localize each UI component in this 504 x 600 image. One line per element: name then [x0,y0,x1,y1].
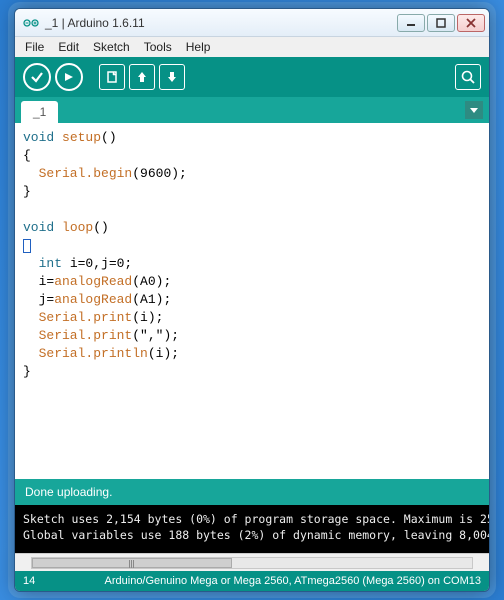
line-number: 14 [23,575,35,587]
scroll-track[interactable] [31,557,473,569]
serial-monitor-button[interactable] [455,64,481,90]
menu-tools[interactable]: Tools [138,38,178,56]
code-token: (i); [148,346,179,361]
console-line: Sketch uses 2,154 bytes (0%) of program … [23,512,489,526]
code-token: () [93,220,109,235]
code-token: Serial [23,166,85,181]
code-token: (","); [132,328,179,343]
menu-edit[interactable]: Edit [52,38,85,56]
horizontal-scrollbar[interactable] [15,553,489,571]
window-title: _1 | Arduino 1.6.11 [45,16,397,30]
code-token: i= [23,274,54,289]
code-editor[interactable]: void setup() { Serial.begin(9600); } voi… [15,123,489,479]
titlebar[interactable]: _1 | Arduino 1.6.11 [15,9,489,37]
code-token: (i); [132,310,163,325]
arduino-logo-icon [23,15,39,31]
code-token: i=0,j=0; [62,256,132,271]
code-token: { [23,148,31,163]
tab-menu-button[interactable] [465,101,483,119]
menu-help[interactable]: Help [180,38,217,56]
code-token: void [23,130,54,145]
code-token: .begin [85,166,132,181]
code-token: } [23,364,31,379]
code-token: .println [85,346,147,361]
maximize-button[interactable] [427,14,455,32]
console-output[interactable]: Sketch uses 2,154 bytes (0%) of program … [15,505,489,553]
new-sketch-button[interactable] [99,64,125,90]
text-cursor [23,239,31,253]
menu-sketch[interactable]: Sketch [87,38,136,56]
app-window: _1 | Arduino 1.6.11 File Edit Sketch Too… [14,8,490,592]
code-token: (9600); [132,166,187,181]
code-token: j= [23,292,54,307]
code-token: .print [85,328,132,343]
tabbar: _1 [15,97,489,123]
window-controls [397,14,485,32]
close-button[interactable] [457,14,485,32]
upload-button[interactable] [55,63,83,91]
minimize-button[interactable] [397,14,425,32]
sketch-tab[interactable]: _1 [21,101,58,123]
code-token: analogRead [54,292,132,307]
code-token: Serial [23,310,85,325]
menu-file[interactable]: File [19,38,50,56]
code-token: .print [85,310,132,325]
save-sketch-button[interactable] [159,64,185,90]
status-bar: Done uploading. [15,479,489,505]
code-token: loop [54,220,93,235]
code-token: () [101,130,117,145]
code-token: setup [54,130,101,145]
code-token: void [23,220,54,235]
menubar: File Edit Sketch Tools Help [15,37,489,57]
verify-button[interactable] [23,63,51,91]
board-info: Arduino/Genuino Mega or Mega 2560, ATmeg… [105,575,481,587]
console-line: Global variables use 188 bytes (2%) of d… [23,528,489,542]
scroll-thumb[interactable] [32,558,232,568]
code-token: (A0); [132,274,171,289]
code-token: analogRead [54,274,132,289]
open-sketch-button[interactable] [129,64,155,90]
code-token: } [23,184,31,199]
code-token: int [23,256,62,271]
code-token: Serial [23,328,85,343]
code-token: Serial [23,346,85,361]
toolbar [15,57,489,97]
code-token: (A1); [132,292,171,307]
footer-bar: 14 Arduino/Genuino Mega or Mega 2560, AT… [15,571,489,591]
status-text: Done uploading. [25,485,112,499]
